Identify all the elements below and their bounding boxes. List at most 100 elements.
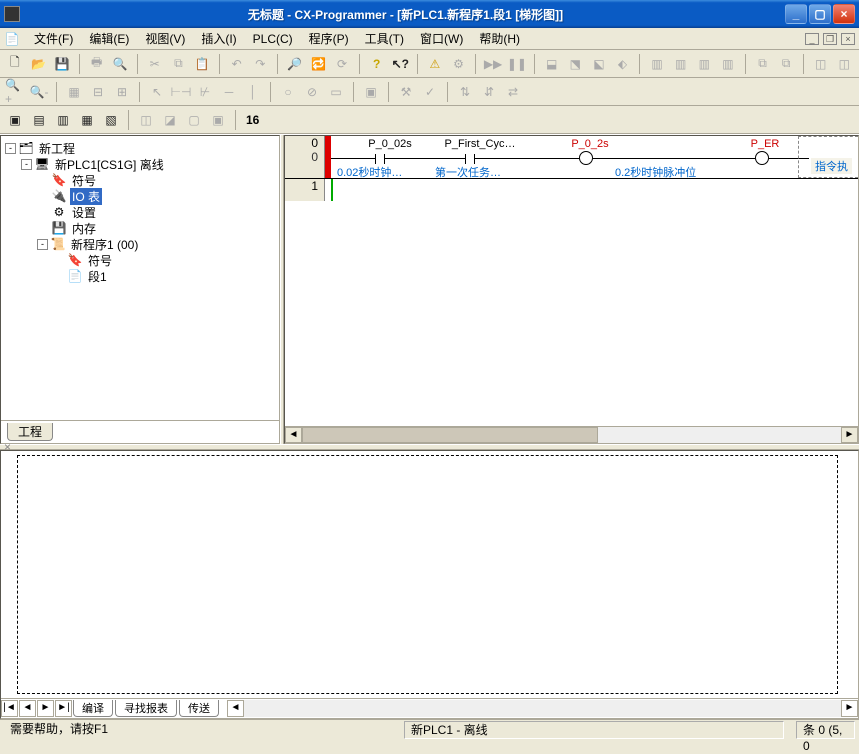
- view5-button[interactable]: ▧: [100, 109, 122, 131]
- print-button[interactable]: 🖶: [86, 53, 108, 75]
- tree-symbols[interactable]: 🔖 符号: [5, 172, 275, 188]
- tree-toggle-icon[interactable]: -: [5, 143, 16, 154]
- tab-scroll-prev-icon[interactable]: ◄: [19, 700, 36, 717]
- tab-compile[interactable]: 编译: [73, 700, 113, 717]
- tree-iotable[interactable]: 🔌 IO 表: [5, 188, 275, 204]
- view6-button[interactable]: ◫: [135, 109, 157, 131]
- save-button[interactable]: 💾: [51, 53, 73, 75]
- mem3-button[interactable]: ▥: [693, 53, 715, 75]
- monitor2-button[interactable]: ⬔: [564, 53, 586, 75]
- hline-button[interactable]: ─: [218, 81, 240, 103]
- ladder-rung-1[interactable]: 1: [285, 179, 858, 201]
- scroll-right-icon[interactable]: ►: [841, 427, 858, 443]
- contact-no-button[interactable]: ⊢⊣: [170, 81, 192, 103]
- tab-transfer[interactable]: 传送: [179, 700, 219, 717]
- scroll-left-icon[interactable]: ◄: [285, 427, 302, 443]
- xfer2-button[interactable]: ⇵: [478, 81, 500, 103]
- tree-memory[interactable]: 💾 内存: [5, 220, 275, 236]
- compile-button[interactable]: ⚒: [395, 81, 417, 103]
- radix-label[interactable]: 16: [242, 113, 263, 127]
- contact-nc-button[interactable]: ⊬: [194, 81, 216, 103]
- scroll-right-icon[interactable]: ►: [841, 700, 858, 717]
- ladder-hscroll[interactable]: ◄ ►: [285, 426, 858, 443]
- tree-section[interactable]: 📄 段1: [5, 268, 275, 284]
- monitor4-button[interactable]: ⬖: [612, 53, 634, 75]
- mdi-restore-button[interactable]: ❐: [823, 33, 837, 45]
- tab-scroll-last-icon[interactable]: ►|: [55, 700, 72, 717]
- menu-plc[interactable]: PLC(C): [245, 30, 301, 48]
- tree-toggle-icon[interactable]: -: [37, 239, 48, 250]
- pause-button[interactable]: ❚❚: [506, 53, 528, 75]
- menu-program[interactable]: 程序(P): [301, 28, 357, 49]
- tree-root[interactable]: - 🗂 新工程: [5, 140, 275, 156]
- new-button[interactable]: 🗋: [4, 53, 26, 75]
- replace-button[interactable]: 🔁: [308, 53, 330, 75]
- view9-button[interactable]: ▣: [207, 109, 229, 131]
- view8-button[interactable]: ▢: [183, 109, 205, 131]
- copy-button[interactable]: ⧉: [168, 53, 190, 75]
- project-tab[interactable]: 工程: [7, 423, 53, 441]
- find-button[interactable]: 🔎: [284, 53, 306, 75]
- ladder-rung-0[interactable]: 0 0 P_0_02s P_First_Cyc…: [285, 136, 858, 179]
- net2-button[interactable]: ◫: [834, 53, 856, 75]
- mdi-close-button[interactable]: ×: [841, 33, 855, 45]
- coil-icon[interactable]: [579, 151, 593, 165]
- tab-scroll-next-icon[interactable]: ►: [37, 700, 54, 717]
- tree-plc[interactable]: - 🖥 新PLC1[CS1G] 离线: [5, 156, 275, 172]
- maximize-button[interactable]: ▢: [809, 4, 831, 24]
- menu-tools[interactable]: 工具(T): [357, 28, 412, 49]
- view7-button[interactable]: ◪: [159, 109, 181, 131]
- project-tree[interactable]: - 🗂 新工程 - 🖥 新PLC1[CS1G] 离线 🔖 符号: [1, 136, 279, 420]
- ladder-area[interactable]: 0 0 P_0_02s P_First_Cyc…: [285, 136, 858, 426]
- view2-button[interactable]: ▤: [28, 109, 50, 131]
- grid-button[interactable]: ▦: [63, 81, 85, 103]
- pointer-button[interactable]: ↖: [146, 81, 168, 103]
- cut-button[interactable]: ✂: [144, 53, 166, 75]
- mem1-button[interactable]: ▥: [646, 53, 668, 75]
- vline-button[interactable]: │: [242, 81, 264, 103]
- run-button[interactable]: ▶▶: [482, 53, 504, 75]
- link2-button[interactable]: ⧉: [775, 53, 797, 75]
- xfer3-button[interactable]: ⇄: [502, 81, 524, 103]
- zoomin-button[interactable]: 🔍+: [4, 81, 26, 103]
- tree-settings[interactable]: ⚙ 设置: [5, 204, 275, 220]
- view1-button[interactable]: ▣: [4, 109, 26, 131]
- menu-file[interactable]: 文件(F): [26, 28, 81, 49]
- mem4-button[interactable]: ▥: [717, 53, 739, 75]
- monitor1-button[interactable]: ⬓: [541, 53, 563, 75]
- block1-button[interactable]: ▣: [360, 81, 382, 103]
- instruction-button[interactable]: ▭: [325, 81, 347, 103]
- tab-find[interactable]: 寻找报表: [115, 700, 177, 717]
- link1-button[interactable]: ⧉: [752, 53, 774, 75]
- redo-button[interactable]: ↷: [249, 53, 271, 75]
- close-button[interactable]: ×: [833, 4, 855, 24]
- element2-button[interactable]: ⊞: [111, 81, 133, 103]
- coil-nc-button[interactable]: ⊘: [301, 81, 323, 103]
- coil-icon[interactable]: [755, 151, 769, 165]
- scroll-left-icon[interactable]: ◄: [227, 700, 244, 717]
- tree-prog-symbols[interactable]: 🔖 符号: [5, 252, 275, 268]
- menu-view[interactable]: 视图(V): [137, 28, 193, 49]
- online-button[interactable]: ⚙: [448, 53, 470, 75]
- findnext-button[interactable]: ⟳: [331, 53, 353, 75]
- zoomout-button[interactable]: 🔍-: [28, 81, 50, 103]
- paste-button[interactable]: 📋: [191, 53, 213, 75]
- undo-button[interactable]: ↶: [226, 53, 248, 75]
- view4-button[interactable]: ▦: [76, 109, 98, 131]
- xfer1-button[interactable]: ⇅: [454, 81, 476, 103]
- minimize-button[interactable]: _: [785, 4, 807, 24]
- tab-scroll-first-icon[interactable]: |◄: [1, 700, 18, 717]
- coil-button[interactable]: ○: [277, 81, 299, 103]
- print-preview-button[interactable]: 🔍: [109, 53, 131, 75]
- menu-window[interactable]: 窗口(W): [412, 28, 471, 49]
- menu-help[interactable]: 帮助(H): [471, 28, 528, 49]
- net1-button[interactable]: ◫: [810, 53, 832, 75]
- menu-edit[interactable]: 编辑(E): [81, 28, 137, 49]
- warning-button[interactable]: ⚠: [424, 53, 446, 75]
- check-button[interactable]: ✓: [419, 81, 441, 103]
- monitor3-button[interactable]: ⬕: [588, 53, 610, 75]
- tree-program[interactable]: - 📜 新程序1 (00): [5, 236, 275, 252]
- output-body[interactable]: [17, 455, 838, 694]
- view3-button[interactable]: ▥: [52, 109, 74, 131]
- tree-toggle-icon[interactable]: -: [21, 159, 32, 170]
